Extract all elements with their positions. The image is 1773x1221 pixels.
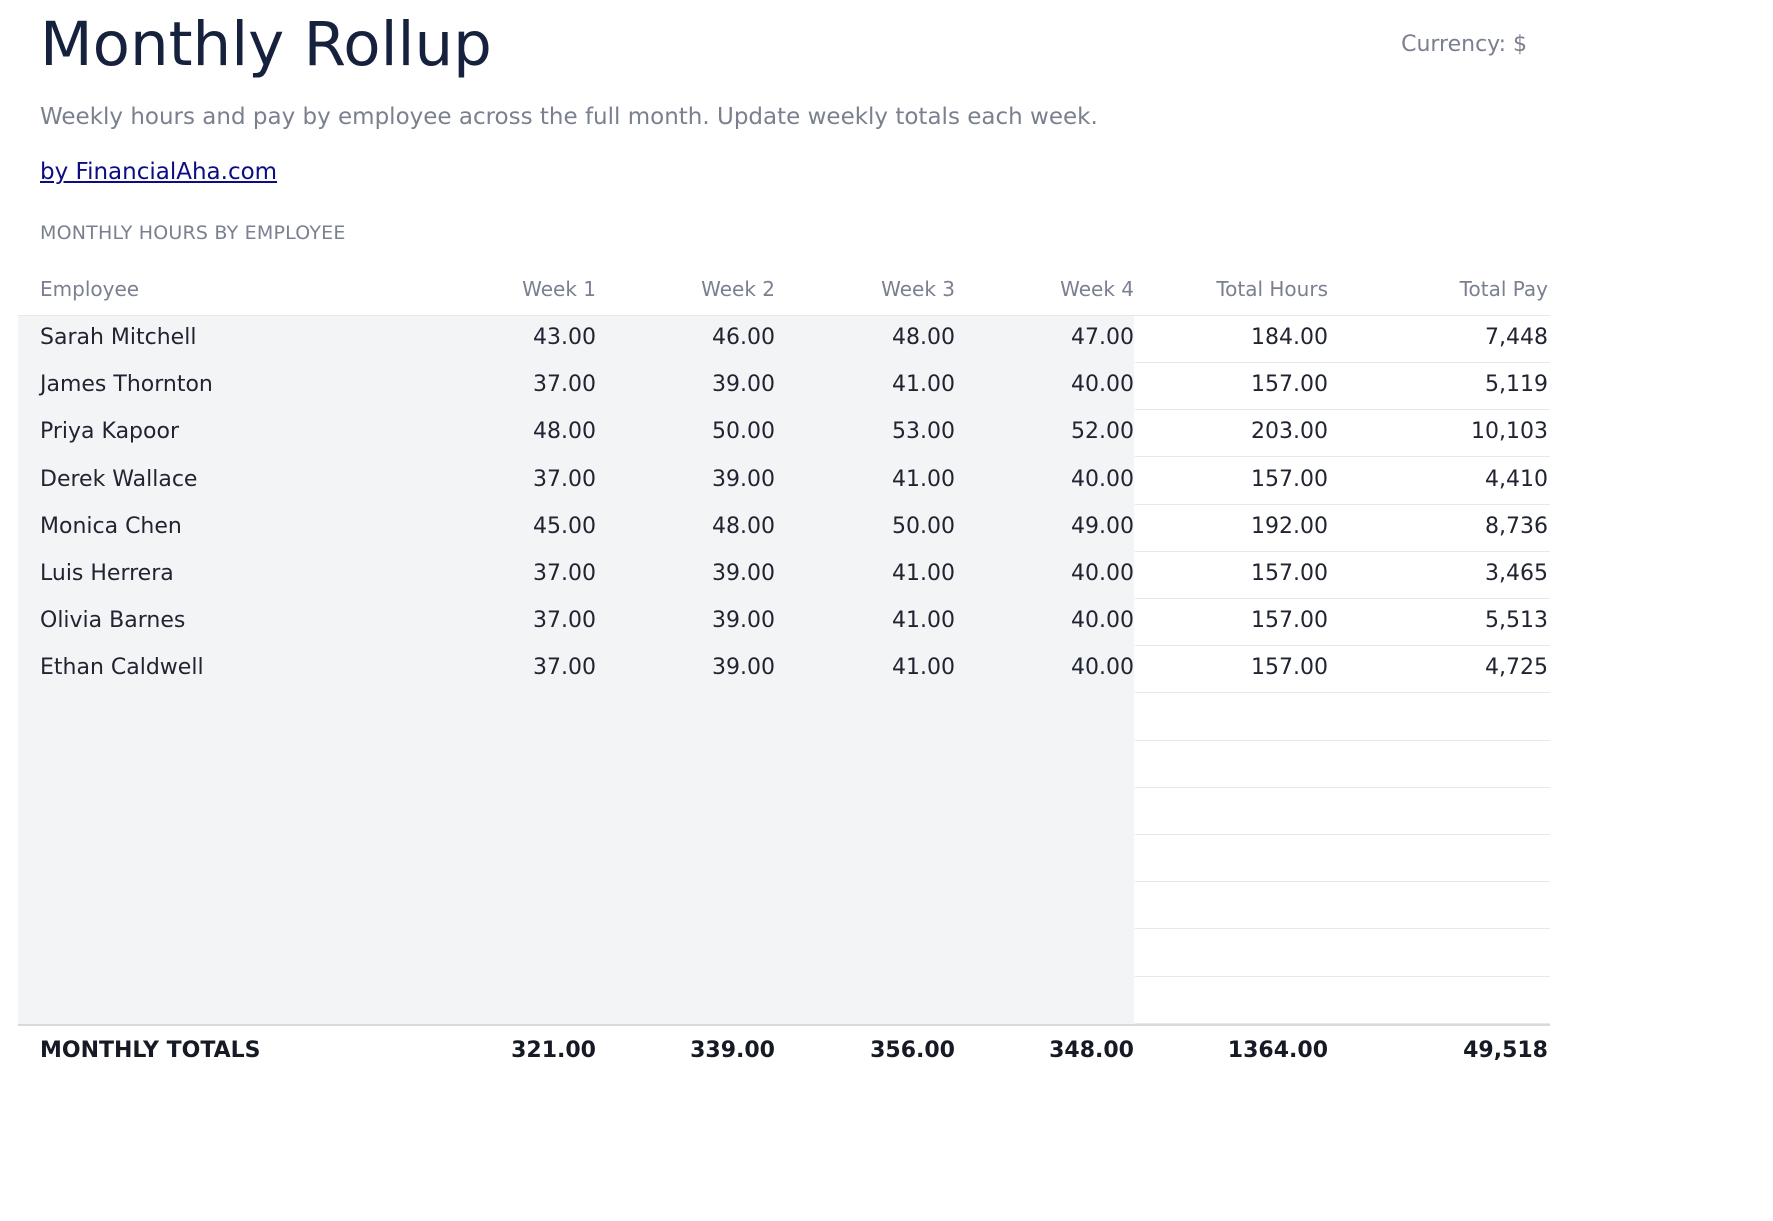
table-row: Sarah Mitchell 43.00 46.00 48.00 47.00 184.00…	[18, 316, 1550, 363]
page-subtitle: Weekly hours and pay by employee across …	[40, 104, 1098, 130]
employee-cell: Ethan Caldwell	[40, 655, 204, 681]
table-row: Monica Chen 45.00 48.00 50.00 49.00 192.00 8,7…	[18, 505, 1550, 552]
employee-cell: Priya Kapoor	[40, 419, 179, 445]
monthly-hours-table: Employee Week 1 Week 2 Week 3 Week 4 Tot…	[18, 268, 1550, 1088]
week-1-cell[interactable]: 37.00	[533, 608, 596, 633]
week-4-cell[interactable]: 40.00	[1071, 655, 1134, 680]
week-2-cell[interactable]: 39.00	[712, 372, 775, 397]
employee-cell: Luis Herrera	[40, 561, 174, 586]
table-row	[18, 835, 1550, 883]
table-row	[18, 741, 1550, 788]
table-row: Ethan Caldwell 37.00 39.00 41.00 40.00 157.00…	[18, 646, 1550, 694]
total-pay-cell: 5,119	[1485, 372, 1548, 398]
employee-cell: James Thornton	[40, 372, 213, 398]
week-1-cell[interactable]: 43.00	[533, 325, 596, 350]
byline-link[interactable]: by FinancialAha.com	[40, 159, 277, 185]
table-row	[18, 930, 1550, 977]
table-row: Derek Wallace 37.00 39.00 41.00 40.00 157.00 4…	[18, 458, 1550, 505]
table-row	[18, 882, 1550, 930]
week-1-cell[interactable]: 37.00	[533, 655, 596, 680]
column-header-week-1: Week 1	[522, 277, 596, 301]
section-label: MONTHLY HOURS BY EMPLOYEE	[40, 222, 346, 244]
table-row: Olivia Barnes 37.00 39.00 41.00 40.00 157.00 5…	[18, 599, 1550, 647]
week-2-cell[interactable]: 39.00	[712, 561, 775, 586]
table-row: James Thornton 37.00 39.00 41.00 40.00 157.00…	[18, 363, 1550, 411]
currency-label: Currency: $	[1401, 32, 1527, 57]
total-pay-sum: 49,518	[1463, 1038, 1548, 1063]
week-2-cell[interactable]: 50.00	[712, 419, 775, 444]
week-3-cell[interactable]: 41.00	[892, 655, 955, 680]
week-3-cell[interactable]: 41.00	[892, 561, 955, 586]
column-header-total-hours: Total Hours	[1216, 277, 1328, 301]
week-3-cell[interactable]: 50.00	[892, 514, 955, 539]
total-pay-cell: 5,513	[1485, 608, 1548, 634]
week-1-cell[interactable]: 48.00	[533, 419, 596, 444]
page-title: Monthly Rollup	[40, 9, 492, 80]
employee-cell: Derek Wallace	[40, 466, 198, 492]
totals-row: MONTHLY TOTALS 321.00 339.00 356.00 348.…	[18, 1024, 1550, 1086]
employee-cell: Sarah Mitchell	[40, 325, 197, 350]
totals-label: MONTHLY TOTALS	[40, 1038, 261, 1063]
total-week-4: 348.00	[1049, 1038, 1134, 1063]
table-row	[18, 694, 1550, 741]
table-header-row: Employee Week 1 Week 2 Week 3 Week 4 Tot…	[18, 268, 1550, 316]
column-header-week-3: Week 3	[881, 277, 955, 301]
week-4-cell[interactable]: 40.00	[1071, 608, 1134, 633]
week-1-cell[interactable]: 37.00	[533, 561, 596, 586]
table-row	[18, 977, 1550, 1024]
column-header-total-pay: Total Pay	[1459, 277, 1548, 301]
table-row: Priya Kapoor 48.00 50.00 53.00 52.00 203.00 10…	[18, 410, 1550, 458]
week-1-cell[interactable]: 37.00	[533, 467, 596, 492]
week-1-cell[interactable]: 45.00	[533, 514, 596, 539]
column-header-week-2: Week 2	[701, 277, 775, 301]
total-pay-cell: 10,103	[1471, 419, 1548, 445]
week-2-cell[interactable]: 39.00	[712, 467, 775, 492]
column-header-employee: Employee	[40, 277, 140, 301]
employee-cell: Monica Chen	[40, 513, 182, 539]
week-1-cell[interactable]: 37.00	[533, 372, 596, 397]
column-header-week-4: Week 4	[1060, 277, 1134, 301]
table-row: Luis Herrera 37.00 39.00 41.00 40.00 157.00 3,…	[18, 552, 1550, 599]
total-pay-cell: 4,725	[1485, 655, 1548, 681]
week-3-cell[interactable]: 41.00	[892, 467, 955, 492]
total-hours-cell: 157.00	[1251, 561, 1328, 586]
week-3-cell[interactable]: 41.00	[892, 608, 955, 633]
week-4-cell[interactable]: 40.00	[1071, 561, 1134, 586]
employee-cell: Olivia Barnes	[40, 608, 186, 634]
total-hours-cell: 184.00	[1251, 325, 1328, 350]
total-week-1: 321.00	[511, 1038, 596, 1063]
week-4-cell[interactable]: 40.00	[1071, 372, 1134, 397]
week-3-cell[interactable]: 53.00	[892, 419, 955, 444]
total-hours-cell: 157.00	[1251, 372, 1328, 398]
week-2-cell[interactable]: 48.00	[712, 514, 775, 539]
total-hours-cell: 192.00	[1251, 513, 1328, 539]
total-pay-cell: 3,465	[1485, 561, 1548, 586]
week-4-cell[interactable]: 49.00	[1071, 514, 1134, 539]
week-2-cell[interactable]: 39.00	[712, 655, 775, 680]
total-hours-sum: 1364.00	[1227, 1038, 1328, 1063]
total-pay-cell: 7,448	[1485, 325, 1548, 350]
total-hours-cell: 157.00	[1251, 466, 1328, 492]
week-2-cell[interactable]: 39.00	[712, 608, 775, 633]
week-4-cell[interactable]: 52.00	[1071, 419, 1134, 444]
week-3-cell[interactable]: 41.00	[892, 372, 955, 397]
week-4-cell[interactable]: 40.00	[1071, 467, 1134, 492]
week-2-cell[interactable]: 46.00	[712, 325, 775, 350]
table-row	[18, 788, 1550, 835]
total-hours-cell: 157.00	[1251, 655, 1328, 681]
week-4-cell[interactable]: 47.00	[1071, 325, 1134, 350]
total-hours-cell: 157.00	[1251, 608, 1328, 634]
total-week-3: 356.00	[870, 1038, 955, 1063]
total-hours-cell: 203.00	[1251, 419, 1328, 445]
total-week-2: 339.00	[690, 1038, 775, 1063]
week-3-cell[interactable]: 48.00	[892, 325, 955, 350]
total-pay-cell: 4,410	[1485, 466, 1548, 492]
total-pay-cell: 8,736	[1485, 513, 1548, 539]
